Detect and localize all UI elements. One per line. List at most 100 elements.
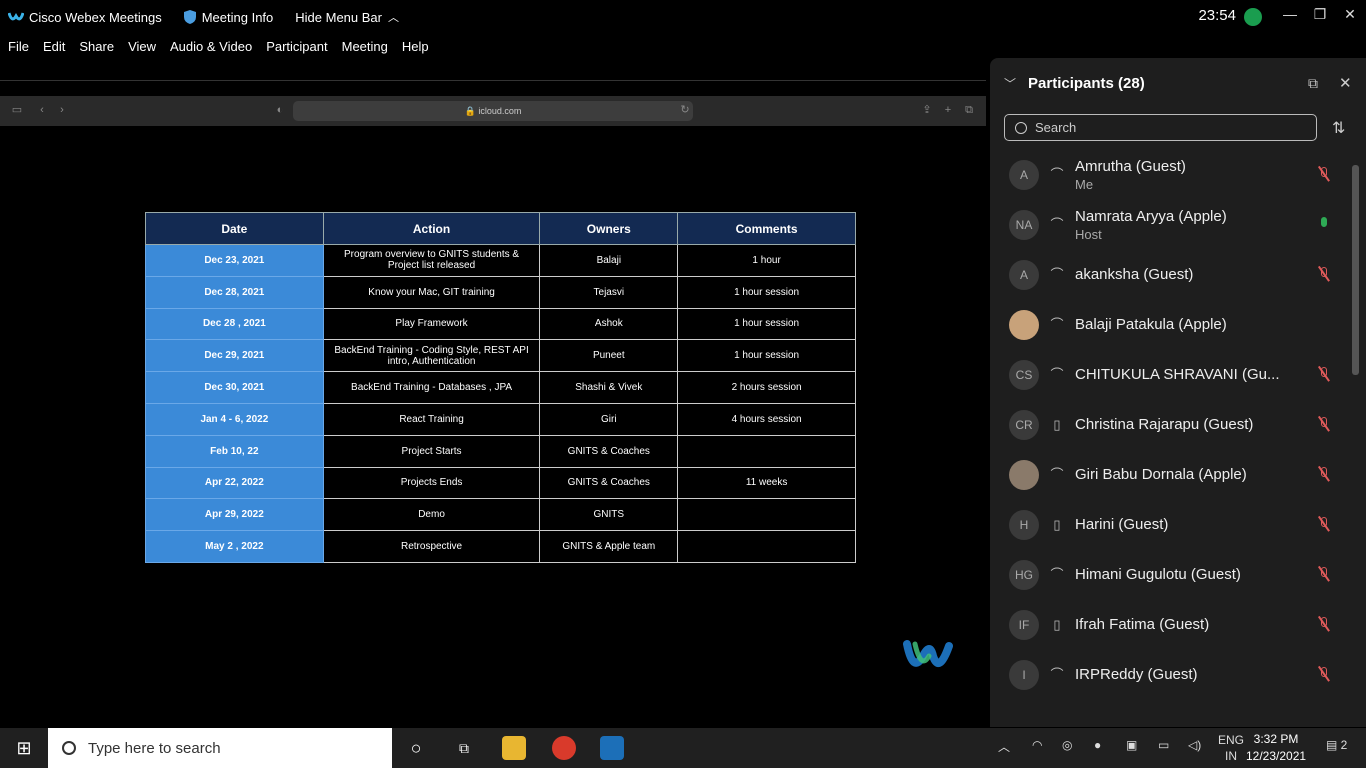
sort-icon[interactable]: ⇅ xyxy=(1332,118,1345,138)
cell-action: Know your Mac, GIT training xyxy=(322,275,541,309)
header-action: Action xyxy=(322,212,541,245)
headset-icon: ⌒ xyxy=(1050,367,1064,382)
cell-owner: GNITS & Apple team xyxy=(539,530,679,563)
avatar: A xyxy=(1009,260,1039,290)
network-icon[interactable]: ◠ xyxy=(1032,738,1042,752)
cell-comment: 2 hours session xyxy=(677,371,856,404)
windows-start-icon[interactable]: ⊞ xyxy=(12,736,36,760)
menu-edit[interactable]: Edit xyxy=(43,39,65,54)
cell-action: Play Framework xyxy=(322,307,541,341)
cell-date: Feb 10, 22 xyxy=(145,434,324,468)
meeting-info-button[interactable]: Meeting Info xyxy=(183,10,273,25)
header-comments: Comments xyxy=(677,212,856,245)
participant-row[interactable]: A ⌒ Amrutha (Guest) Me xyxy=(990,150,1350,200)
menu-audio-video[interactable]: Audio & Video xyxy=(170,39,252,54)
avatar: A xyxy=(1009,160,1039,190)
share-icon: ⇪ xyxy=(922,104,932,116)
cell-action: Projects Ends xyxy=(322,466,541,500)
menu-view[interactable]: View xyxy=(128,39,156,54)
headset-icon: ⌒ xyxy=(1050,567,1064,582)
file-explorer-icon[interactable] xyxy=(502,736,526,760)
cell-action: React Training xyxy=(322,402,541,436)
table-row: Dec 30, 2021 BackEnd Training - Databases… xyxy=(145,371,856,404)
sidebar-icon: ▭ xyxy=(11,104,23,116)
participant-row[interactable]: A ⌒ akanksha (Guest) xyxy=(990,250,1350,300)
menu-help[interactable]: Help xyxy=(402,39,429,54)
avatar: CS xyxy=(1009,360,1039,390)
menu-participant[interactable]: Participant xyxy=(266,39,327,54)
participant-search-input[interactable]: Search xyxy=(1004,114,1317,141)
privacy-icon: ◐ xyxy=(276,104,284,116)
minimize-button[interactable]: — xyxy=(1275,4,1305,24)
menu-file[interactable]: File xyxy=(8,39,29,54)
webex-taskbar-icon[interactable] xyxy=(600,736,624,760)
taskbar: ⊞ Type here to search ○ ⧉ ︿ ◠ ◎ ● ▣ ▭ ◁)… xyxy=(0,728,1366,768)
new-tab-icon: + xyxy=(944,104,952,116)
participants-scrollbar[interactable] xyxy=(1352,165,1359,375)
taskbar-clock[interactable]: 3:32 PM 12/23/2021 xyxy=(1246,731,1306,765)
battery-icon[interactable]: ▭ xyxy=(1158,738,1169,752)
table-row: Dec 23, 2021 Program overview to GNITS st… xyxy=(145,244,856,277)
pop-out-icon[interactable]: ⧉ xyxy=(1308,75,1318,92)
participant-name: Giri Babu Dornala (Apple) xyxy=(1075,466,1247,483)
mic-muted-icon[interactable] xyxy=(1317,416,1330,434)
meeting-time: 23:54 xyxy=(1198,7,1236,24)
volume-icon[interactable]: ◁) xyxy=(1188,738,1201,752)
participant-name: Ifrah Fatima (Guest) xyxy=(1075,616,1210,633)
taskbar-search-input[interactable]: Type here to search xyxy=(48,728,392,768)
participant-row[interactable]: ⌒ Giri Babu Dornala (Apple) xyxy=(990,450,1350,500)
mic-muted-icon[interactable] xyxy=(1317,266,1330,284)
participant-row[interactable]: ⌒ Balaji Patakula (Apple) xyxy=(990,300,1350,350)
mic-muted-icon[interactable] xyxy=(1317,466,1330,484)
mic-muted-icon[interactable] xyxy=(1317,666,1330,684)
menu-meeting[interactable]: Meeting xyxy=(342,39,388,54)
headset-icon: ⌒ xyxy=(1050,167,1064,182)
phone-icon: ▯ xyxy=(1053,417,1061,432)
participant-row[interactable]: NA ⌒ Namrata Aryya (Apple) Host xyxy=(990,200,1350,250)
cortana-icon[interactable]: ○ xyxy=(404,736,428,760)
avatar: I xyxy=(1009,660,1039,690)
url-bar: 🔒 icloud.com xyxy=(293,101,693,121)
mic-on-icon[interactable] xyxy=(1318,216,1330,234)
cell-date: Apr 29, 2022 xyxy=(145,498,324,532)
mic-muted-icon[interactable] xyxy=(1317,566,1330,584)
mic-muted-icon[interactable] xyxy=(1317,516,1330,534)
browser-toolbar: ▭ ‹ › ◐ 🔒 icloud.com ↻ ⇪ + ⧉ xyxy=(0,96,986,126)
cell-comment: 11 weeks xyxy=(677,466,856,500)
headset-icon: ⌒ xyxy=(1050,667,1064,682)
cell-owner: Ashok xyxy=(539,307,679,341)
participant-row[interactable]: IF ▯ Ifrah Fatima (Guest) xyxy=(990,600,1350,650)
mic-muted-icon[interactable] xyxy=(1317,366,1330,384)
cell-date: Dec 23, 2021 xyxy=(145,244,324,277)
mic-muted-icon[interactable] xyxy=(1317,166,1330,184)
task-view-icon[interactable]: ⧉ xyxy=(452,736,476,760)
show-hidden-icons-icon[interactable]: ︿ xyxy=(998,738,1010,755)
microphone-icon[interactable]: ● xyxy=(1094,738,1101,752)
cell-date: Jan 4 - 6, 2022 xyxy=(145,402,324,436)
participant-row[interactable]: H ▯ Harini (Guest) xyxy=(990,500,1350,550)
cell-date: Dec 28 , 2021 xyxy=(145,307,324,341)
close-button[interactable]: ✕ xyxy=(1335,4,1365,24)
cell-date: May 2 , 2022 xyxy=(145,530,324,563)
webcam-icon[interactable]: ◎ xyxy=(1062,738,1072,752)
restore-button[interactable]: ❐ xyxy=(1305,4,1335,24)
participant-row[interactable]: CS ⌒ CHITUKULA SHRAVANI (Gu... xyxy=(990,350,1350,400)
language-indicator[interactable]: ENG IN xyxy=(1218,732,1244,764)
chevron-down-icon[interactable]: ﹀ xyxy=(1004,75,1016,92)
participant-name: Amrutha (Guest) xyxy=(1075,158,1186,175)
cell-comment xyxy=(677,530,856,563)
chrome-icon[interactable] xyxy=(552,736,576,760)
mic-muted-icon[interactable] xyxy=(1317,616,1330,634)
hide-menu-bar-button[interactable]: Hide Menu Bar ︿ xyxy=(295,9,399,25)
participant-row[interactable]: I ⌒ IRPReddy (Guest) xyxy=(990,650,1350,700)
participant-row[interactable]: HG ⌒ Himani Gugulotu (Guest) xyxy=(990,550,1350,600)
close-panel-icon[interactable]: ✕ xyxy=(1339,74,1352,92)
menu-share[interactable]: Share xyxy=(79,39,114,54)
table-row: Apr 22, 2022 Projects Ends GNITS & Coaches… xyxy=(145,466,856,500)
security-icon[interactable]: ▣ xyxy=(1126,738,1137,752)
menu-bar: File Edit Share View Audio & Video Parti… xyxy=(0,34,985,58)
cell-comment: 1 hour session xyxy=(677,307,856,341)
notifications-icon[interactable]: ▤ 2 xyxy=(1326,738,1347,752)
participant-row[interactable]: CR ▯ Christina Rajarapu (Guest) xyxy=(990,400,1350,450)
cell-owner: Tejasvi xyxy=(539,275,679,309)
